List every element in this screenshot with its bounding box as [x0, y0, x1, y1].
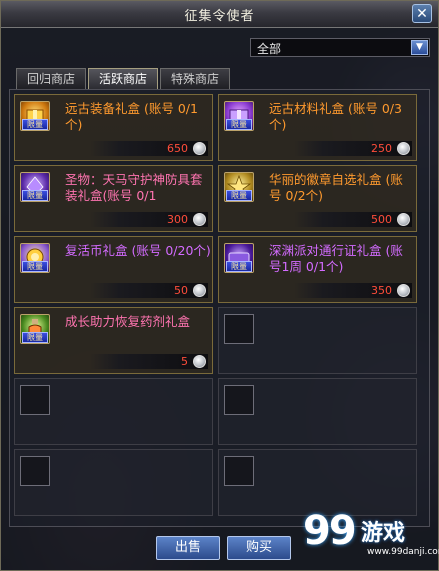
golden-emblem-box-icon: 限量 [224, 172, 254, 202]
shop-item-ancient-equipment-box[interactable]: 限量 远古装备礼盒 (账号 0/1个) 650 [14, 94, 213, 161]
empty-slot-frame [224, 314, 254, 344]
tab-return-shop[interactable]: 回归商店 [16, 68, 86, 89]
window-title: 征集令使者 [184, 9, 255, 24]
item-name: 圣物：天马守护神防具套装礼盒(账号 0/1 [65, 172, 203, 203]
watermark-brand: 游戏 [361, 521, 406, 546]
close-button[interactable]: ✕ [412, 4, 432, 23]
purple-gift-box-icon: 限量 [224, 101, 254, 131]
item-name: 深渊派对通行证礼盒 (账号1周 0/1个) [269, 243, 403, 274]
item-grid: 限量 远古装备礼盒 (账号 0/1个) 650 限量 远古材料礼盒 (账号 0/… [9, 89, 430, 527]
silver-coin-icon [397, 213, 410, 226]
empty-item-slot [218, 449, 417, 516]
tab-active-shop[interactable]: 活跃商店 [88, 68, 158, 89]
item-price: 350 [371, 284, 392, 297]
item-name: 远古装备礼盒 (账号 0/1个) [65, 101, 198, 132]
golden-gift-box-icon: 限量 [20, 101, 50, 131]
watermark-logo: 99 [303, 508, 357, 554]
shop-item-abyss-pass-box[interactable]: 限量 深渊派对通行证礼盒 (账号1周 0/1个) 350 [218, 236, 417, 303]
empty-slot-frame [224, 385, 254, 415]
limited-badge: 限量 [22, 119, 48, 130]
site-watermark: 99 游戏 www.99danji.com [303, 508, 439, 567]
item-name: 成长助力恢复药剂礼盒 [65, 314, 191, 329]
shop-item-pegasus-armor-box[interactable]: 限量 圣物：天马守护神防具套装礼盒(账号 0/1 300 [14, 165, 213, 232]
abyss-pass-box-icon: 限量 [224, 243, 254, 273]
price-field: 5 [90, 354, 208, 369]
empty-slot-frame [224, 456, 254, 486]
limited-badge: 限量 [22, 261, 48, 272]
filter-dropdown[interactable]: 全部 ▼ [250, 38, 430, 57]
violet-crystal-box-icon: 限量 [20, 172, 50, 202]
silver-coin-icon [193, 355, 206, 368]
empty-item-slot [14, 449, 213, 516]
empty-item-slot [14, 378, 213, 445]
sell-button[interactable]: 出售 [156, 536, 220, 560]
tab-special-shop[interactable]: 特殊商店 [160, 68, 230, 89]
shop-item-growth-potion-box[interactable]: 限量 成长助力恢复药剂礼盒 5 [14, 307, 213, 374]
silver-coin-icon [193, 284, 206, 297]
price-field: 300 [90, 212, 208, 227]
shop-item-ancient-material-box[interactable]: 限量 远古材料礼盒 (账号 0/3个) 250 [218, 94, 417, 161]
silver-coin-icon [193, 213, 206, 226]
empty-item-slot [218, 307, 417, 374]
item-price: 300 [167, 213, 188, 226]
price-field: 250 [294, 141, 412, 156]
price-field: 50 [90, 283, 208, 298]
silver-coin-icon [397, 142, 410, 155]
limited-badge: 限量 [226, 119, 252, 130]
shop-window: 征集令使者 ✕ 全部 ▼ 回归商店 活跃商店 特殊商店 限量 远古装备礼盒 (账… [0, 0, 439, 571]
item-name: 华丽的徽章自选礼盒 (账号 0/2个) [269, 172, 403, 203]
shop-item-revive-coin-box[interactable]: 限量 复活币礼盒 (账号 0/20个) 50 [14, 236, 213, 303]
chevron-down-icon[interactable]: ▼ [411, 40, 428, 55]
item-price: 650 [167, 142, 188, 155]
empty-slot-frame [20, 385, 50, 415]
limited-badge: 限量 [22, 190, 48, 201]
price-field: 350 [294, 283, 412, 298]
limited-badge: 限量 [226, 261, 252, 272]
empty-slot-frame [20, 456, 50, 486]
limited-badge: 限量 [22, 332, 48, 343]
item-price: 500 [371, 213, 392, 226]
item-price: 5 [181, 355, 188, 368]
potion-gift-box-icon: 限量 [20, 314, 50, 344]
item-name: 复活币礼盒 (账号 0/20个) [65, 243, 211, 258]
buy-button[interactable]: 购买 [227, 536, 291, 560]
item-price: 50 [174, 284, 188, 297]
limited-badge: 限量 [226, 190, 252, 201]
item-price: 250 [371, 142, 392, 155]
silver-coin-icon [193, 142, 206, 155]
revive-coin-box-icon: 限量 [20, 243, 50, 273]
silver-coin-icon [397, 284, 410, 297]
title-bar[interactable]: 征集令使者 ✕ [1, 1, 438, 28]
empty-item-slot [218, 378, 417, 445]
price-field: 650 [90, 141, 208, 156]
price-field: 500 [294, 212, 412, 227]
item-name: 远古材料礼盒 (账号 0/3个) [269, 101, 402, 132]
watermark-url: www.99danji.com [367, 547, 439, 557]
filter-selected-value: 全部 [257, 42, 282, 56]
shop-item-emblem-selection-box[interactable]: 限量 华丽的徽章自选礼盒 (账号 0/2个) 500 [218, 165, 417, 232]
